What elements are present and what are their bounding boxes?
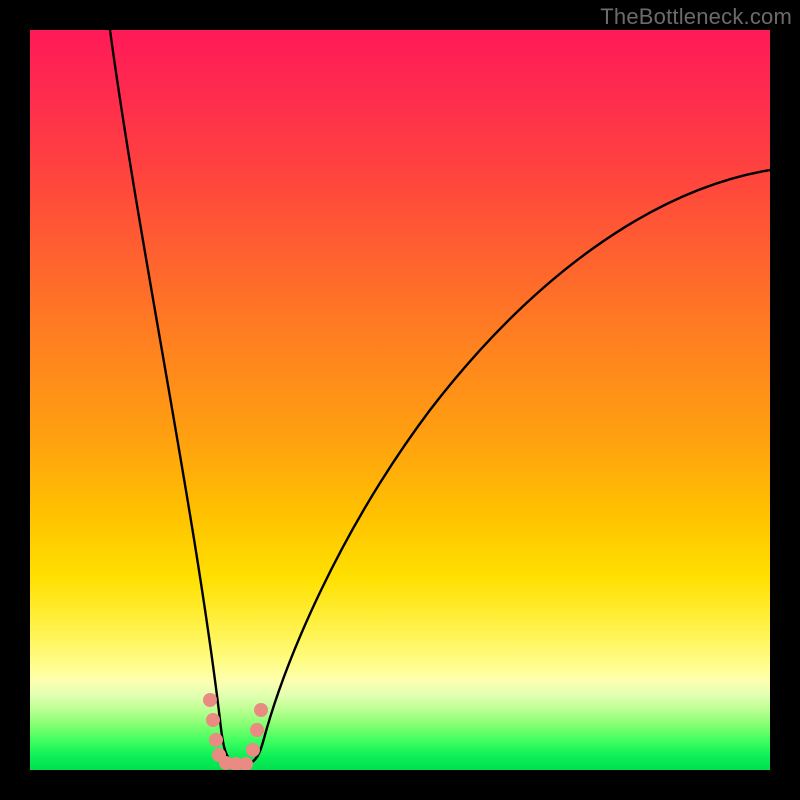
- curve-overlay: [30, 30, 770, 770]
- watermark-text: TheBottleneck.com: [600, 4, 792, 30]
- bottleneck-curve: [110, 30, 770, 764]
- plot-area: [30, 30, 770, 770]
- chart-frame: TheBottleneck.com: [0, 0, 800, 800]
- valley-markers: [203, 693, 268, 770]
